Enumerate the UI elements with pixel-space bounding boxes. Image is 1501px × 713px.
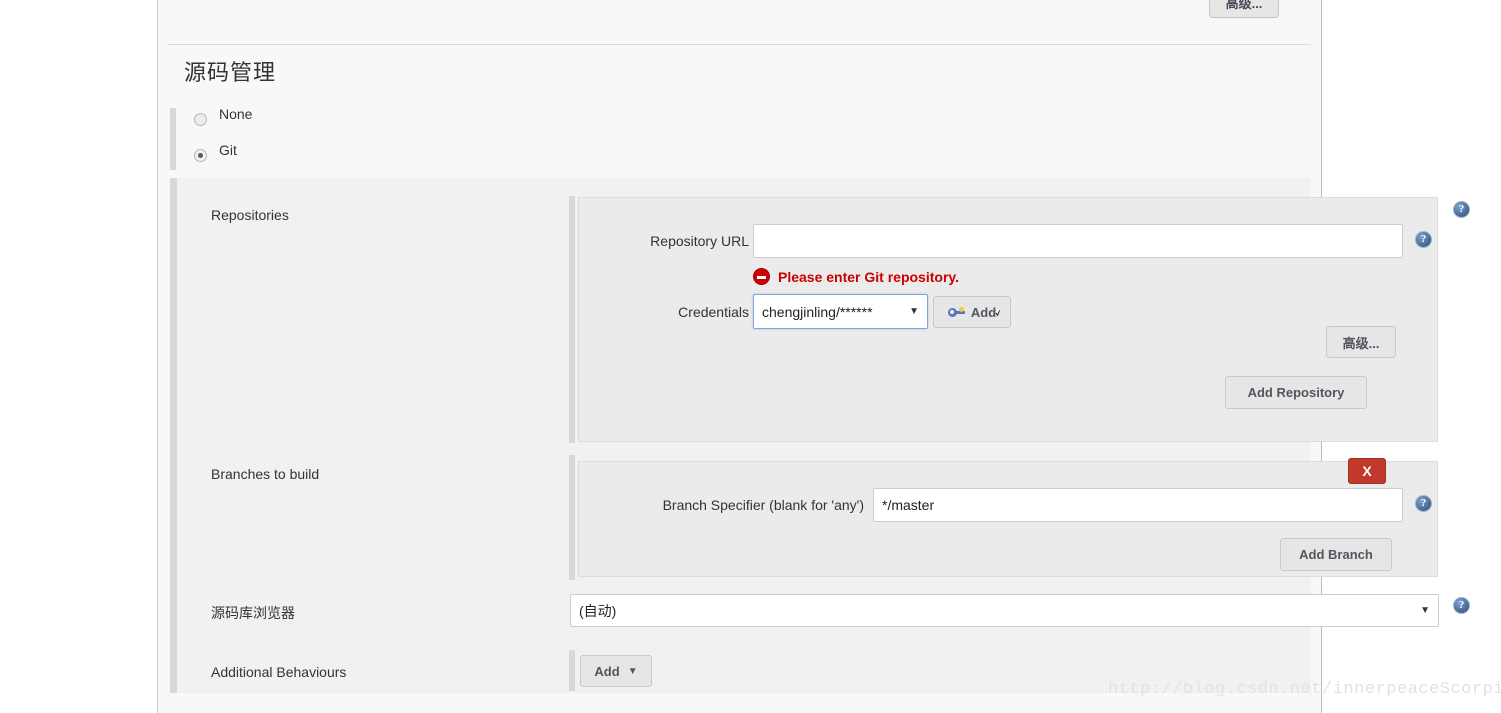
jenkins-scm-config-page: 高级... 源码管理 None Git Repositories ? Repos… xyxy=(0,0,1501,713)
repo-browser-selected-value: (自动) xyxy=(579,602,617,619)
git-settings-block: Repositories ? Repository URL ? Please e… xyxy=(170,178,1470,693)
top-advanced-button[interactable]: 高级... xyxy=(1209,0,1279,18)
git-block-gutter xyxy=(170,178,177,693)
mouse-cursor-icon xyxy=(995,309,1003,317)
add-repository-button[interactable]: Add Repository xyxy=(1225,376,1367,409)
page-title: 源码管理 xyxy=(184,60,277,85)
repository-url-label: Repository URL xyxy=(650,233,749,249)
error-message: Please enter Git repository. xyxy=(778,268,960,285)
branch-panel: X Branch Specifier (blank for 'any') ? A… xyxy=(578,458,1438,577)
radio-none-label: None xyxy=(219,106,253,122)
credentials-select[interactable]: chengjinling/****** ▼ xyxy=(753,294,928,329)
chevron-down-icon: ▼ xyxy=(909,305,919,317)
repository-url-input[interactable] xyxy=(753,224,1403,258)
chevron-down-icon: ▼ xyxy=(627,665,638,677)
additional-behaviours-row-label: Additional Behaviours xyxy=(211,664,347,680)
radio-row-git[interactable]: Git xyxy=(168,140,1311,176)
delete-branch-button[interactable]: X xyxy=(1348,458,1386,484)
credentials-label: Credentials xyxy=(678,304,749,320)
radio-git-label: Git xyxy=(219,142,237,158)
scm-radio-group: None Git xyxy=(168,104,1311,176)
repository-url-help-icon[interactable]: ? xyxy=(1415,231,1432,248)
chevron-down-icon: ▼ xyxy=(1420,604,1430,616)
repositories-row-label: Repositories xyxy=(211,207,289,223)
repositories-help-icon[interactable]: ? xyxy=(1453,201,1470,218)
section-divider xyxy=(168,44,1311,45)
add-credentials-button[interactable]: Add xyxy=(933,296,1011,328)
repo-browser-select[interactable]: (自动) ▼ xyxy=(570,594,1439,627)
add-branch-button[interactable]: Add Branch xyxy=(1280,538,1392,571)
content-panel: 高级... 源码管理 None Git Repositories ? Repos… xyxy=(157,0,1470,713)
add-behaviour-label: Add xyxy=(594,663,620,679)
branches-gutter xyxy=(569,455,575,580)
watermark: http://blog.csdn.net/innerpeaceScorpio xyxy=(1108,680,1501,699)
error-icon xyxy=(753,268,770,285)
radio-none-icon[interactable] xyxy=(194,113,207,126)
add-behaviour-button[interactable]: Add ▼ xyxy=(580,655,652,687)
repository-url-error: Please enter Git repository. xyxy=(753,268,959,285)
credentials-selected-value: chengjinling/****** xyxy=(762,303,873,320)
additional-behaviours-gutter xyxy=(569,650,575,691)
repo-browser-row-label: 源码库浏览器 xyxy=(211,605,295,621)
radio-git-icon[interactable] xyxy=(194,149,207,162)
repository-panel: Repository URL ? Please enter Git reposi… xyxy=(578,197,1438,442)
branch-specifier-label: Branch Specifier (blank for 'any') xyxy=(662,497,864,513)
branch-specifier-input[interactable] xyxy=(873,488,1403,522)
branch-specifier-help-icon[interactable]: ? xyxy=(1415,495,1432,512)
key-icon xyxy=(947,306,965,318)
repository-advanced-button[interactable]: 高级... xyxy=(1326,326,1396,358)
branches-row-label: Branches to build xyxy=(211,466,320,482)
radio-row-none[interactable]: None xyxy=(168,104,1311,140)
repositories-gutter xyxy=(569,196,575,443)
repo-browser-help-icon[interactable]: ? xyxy=(1453,597,1470,614)
add-credentials-label: Add xyxy=(970,304,997,320)
